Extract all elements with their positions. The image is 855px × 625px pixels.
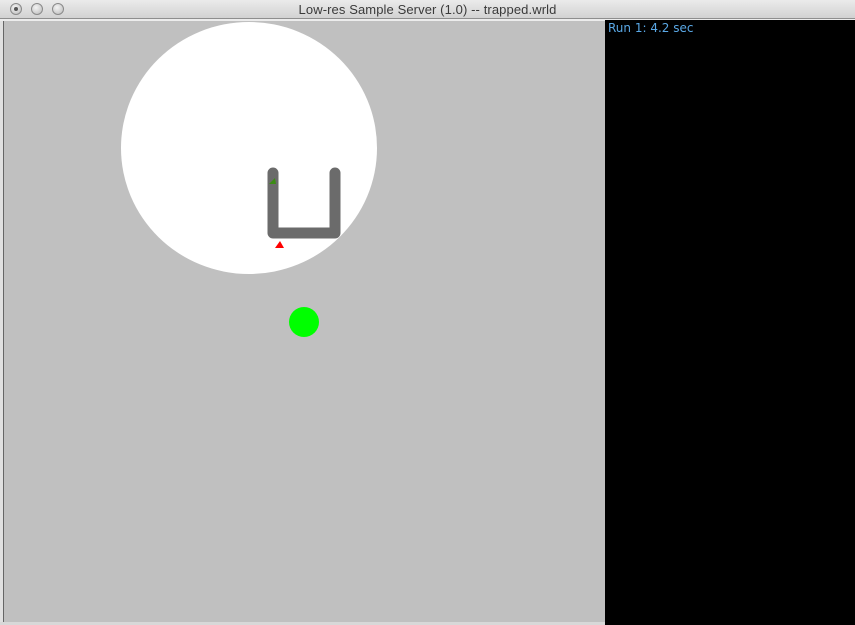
run-status: Run 1: 4.2 sec: [608, 21, 694, 35]
world-scene: [121, 22, 377, 337]
status-panel: Run 1: 4.2 sec: [605, 20, 855, 625]
goal-marker: [289, 307, 319, 337]
world-canvas[interactable]: [3, 21, 605, 623]
window-titlebar[interactable]: Low-res Sample Server (1.0) -- trapped.w…: [0, 0, 855, 19]
window-title: Low-res Sample Server (1.0) -- trapped.w…: [298, 2, 557, 17]
